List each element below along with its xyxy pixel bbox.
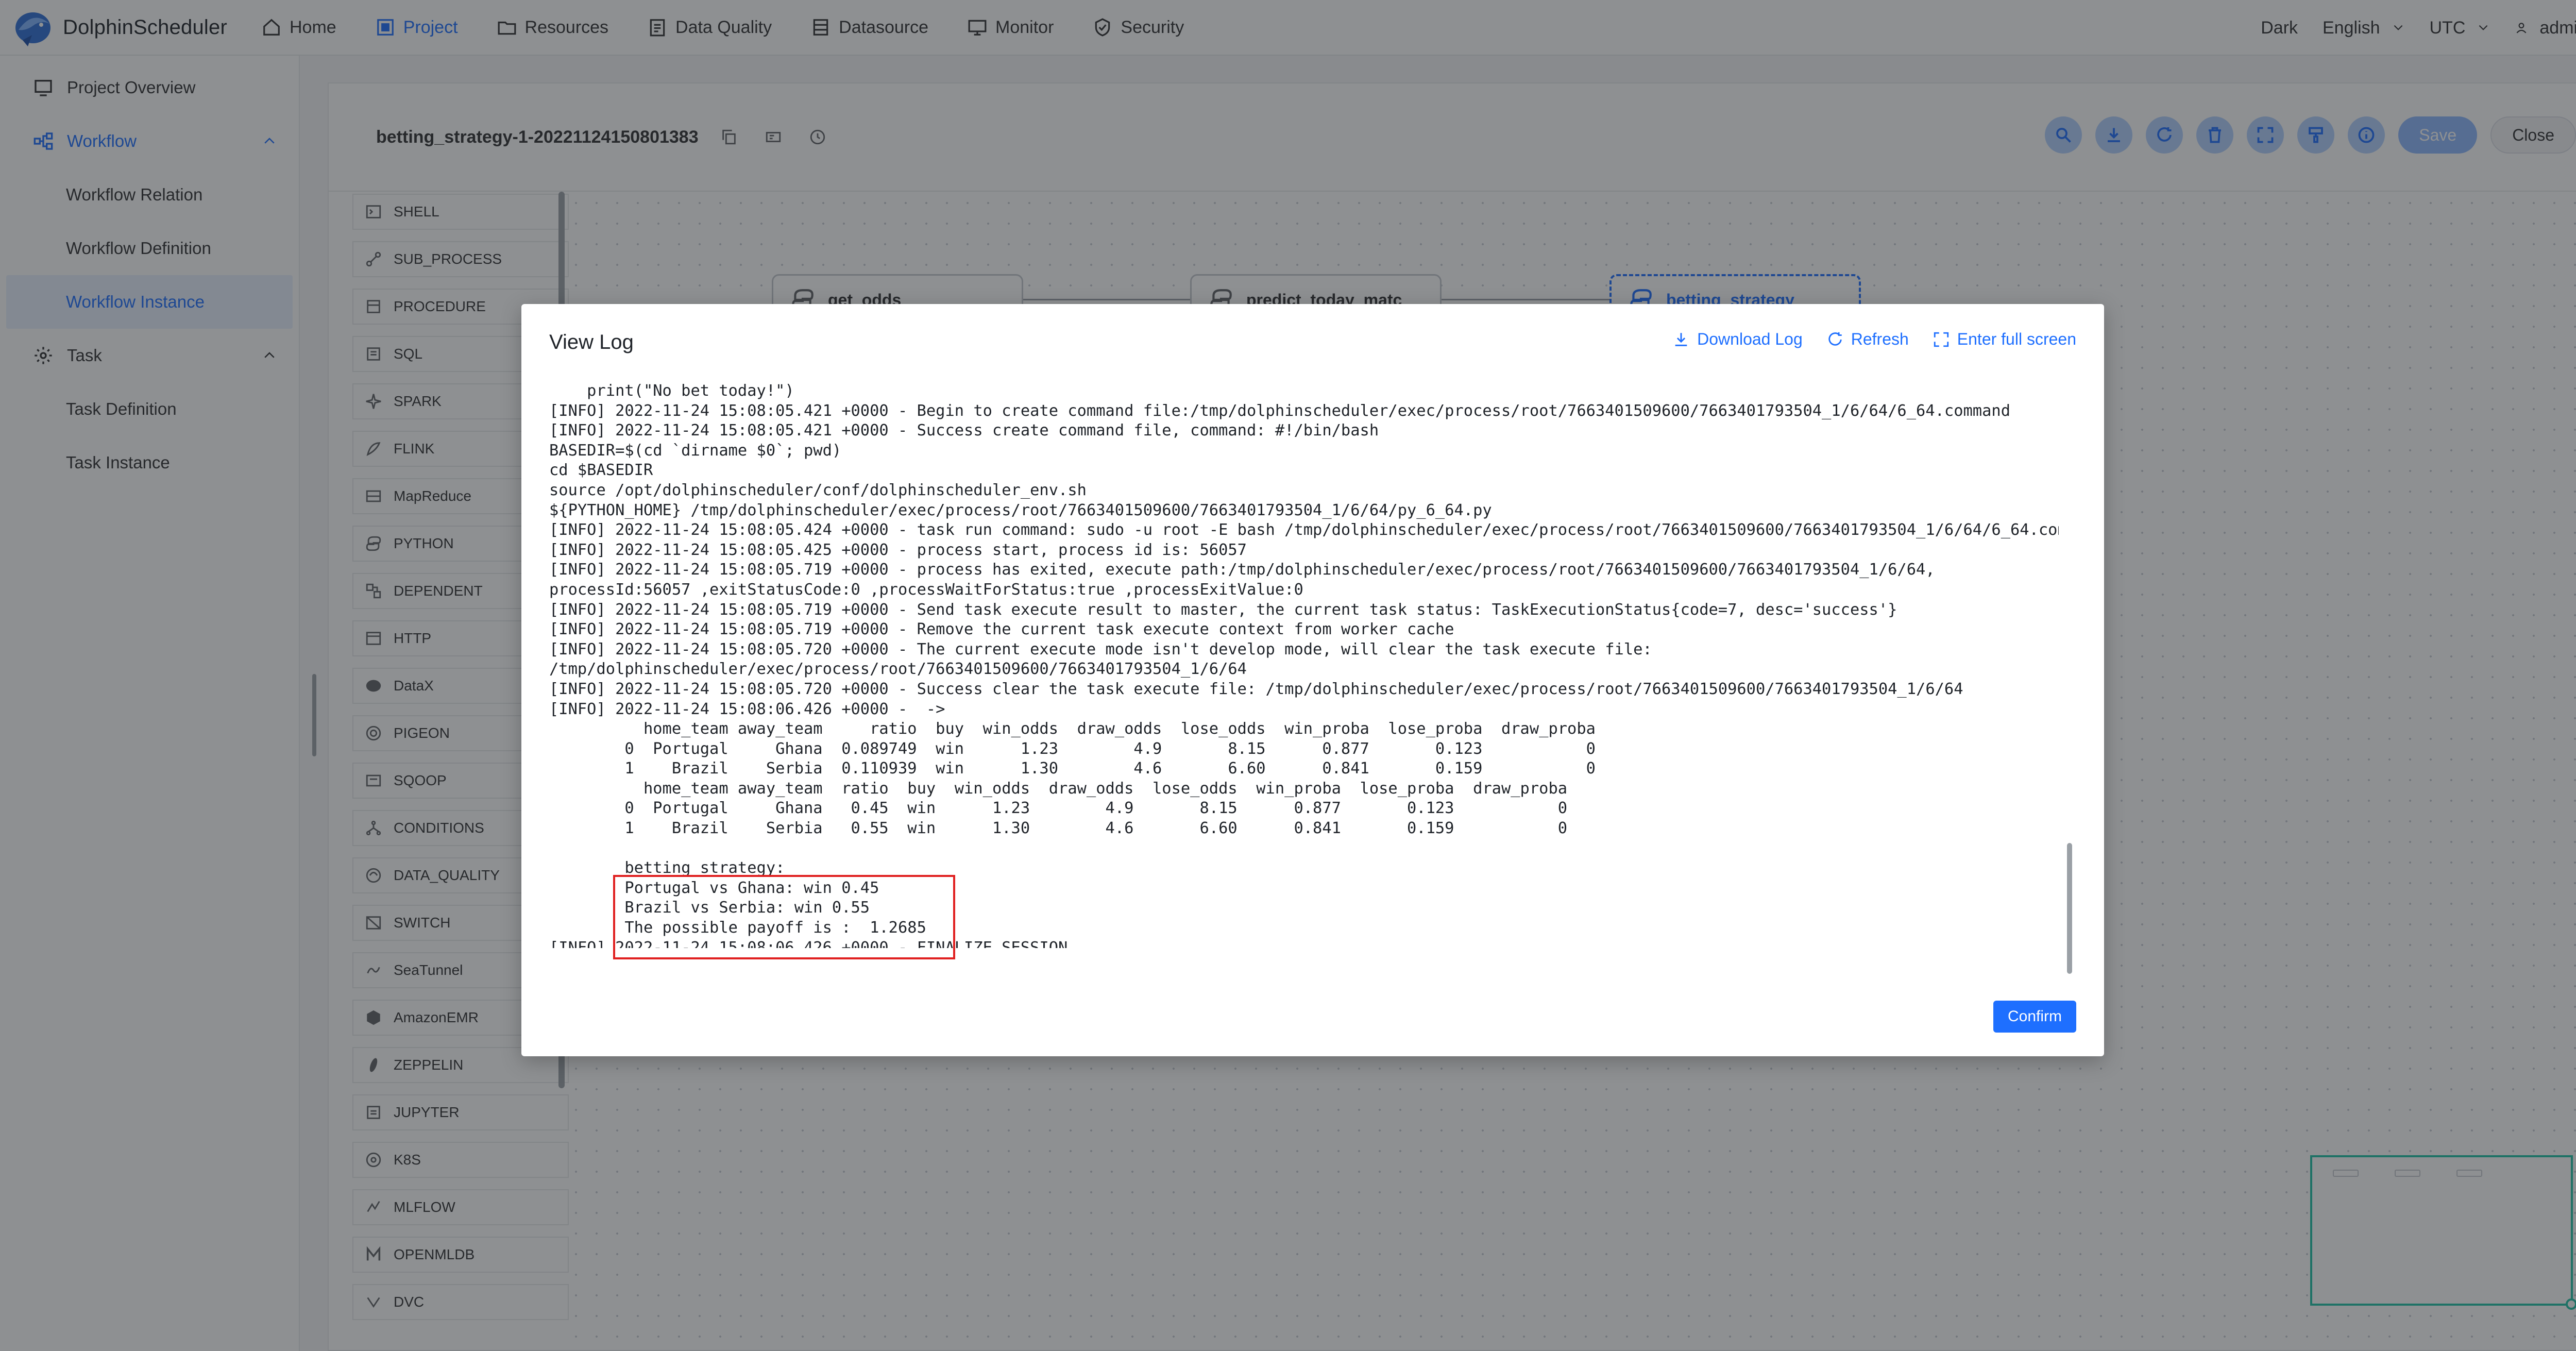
log-line: [INFO] 2022-11-24 15:08:05.425 +0000 - p… xyxy=(549,541,1247,559)
expand-icon xyxy=(1934,332,1948,347)
log-line: 0 Portugal Ghana 0.089749 win 1.23 4.9 8… xyxy=(549,739,1596,758)
download-icon xyxy=(1675,332,1687,346)
log-line: [INFO] 2022-11-24 15:08:05.424 +0000 - t… xyxy=(549,521,2059,539)
fullscreen-link[interactable]: Enter full screen xyxy=(1933,330,2076,349)
refresh-icon xyxy=(1828,332,1842,346)
log-line: [INFO] 2022-11-24 15:08:05.719 +0000 - S… xyxy=(549,600,1897,619)
log-line: home_team away_team ratio buy win_odds d… xyxy=(549,720,1596,738)
log-line: 0 Portugal Ghana 0.45 win 1.23 4.9 8.15 … xyxy=(549,799,1568,818)
log-line: [INFO] 2022-11-24 15:08:05.421 +0000 - B… xyxy=(549,401,2010,420)
log-line: [INFO] 2022-11-24 15:08:05.421 +0000 - S… xyxy=(549,421,1379,440)
log-line: [INFO] 2022-11-24 15:08:05.720 +0000 - T… xyxy=(549,640,1652,658)
refresh-label: Refresh xyxy=(1851,330,1909,348)
download-log-link[interactable]: Download Log xyxy=(1672,330,1803,349)
log-line: source /opt/dolphinscheduler/conf/dolphi… xyxy=(549,481,1087,499)
log-viewer[interactable]: print("No bet today!") [INFO] 2022-11-24 … xyxy=(549,381,2059,948)
confirm-button[interactable]: Confirm xyxy=(1993,1001,2076,1033)
log-line: processId:56057 ,exitStatusCode:0 ,proce… xyxy=(549,580,1303,599)
log-scrollbar[interactable] xyxy=(2067,843,2072,974)
refresh-link[interactable]: Refresh xyxy=(1826,330,1909,349)
log-line: [INFO] 2022-11-24 15:08:05.720 +0000 - S… xyxy=(549,680,1963,698)
log-line: [INFO] 2022-11-24 15:08:05.719 +0000 - R… xyxy=(549,620,1454,639)
log-line: /tmp/dolphinscheduler/exec/process/root/… xyxy=(549,660,1247,679)
log-line: print("No bet today!") xyxy=(549,382,794,400)
log-line: BASEDIR=$(cd `dirname $0`; pwd) xyxy=(549,441,842,460)
betting-strategy-highlight xyxy=(613,875,955,959)
view-log-modal: View Log Download Log Refresh Enter full… xyxy=(521,304,2104,1056)
log-line: cd $BASEDIR xyxy=(549,461,653,480)
log-line: ${PYTHON_HOME} /tmp/dolphinscheduler/exe… xyxy=(549,501,1492,519)
modal-actions: Download Log Refresh Enter full screen xyxy=(1672,330,2076,349)
log-line: 1 Brazil Serbia 0.110939 win 1.30 4.6 6.… xyxy=(549,759,1596,778)
log-line: [INFO] 2022-11-24 15:08:06.426 +0000 - -… xyxy=(549,700,945,718)
log-line: home_team away_team ratio buy win_odds d… xyxy=(549,779,1568,798)
log-line: 1 Brazil Serbia 0.55 win 1.30 4.6 6.60 0… xyxy=(549,819,1568,838)
fullscreen-label: Enter full screen xyxy=(1957,330,2076,348)
log-line: [INFO] 2022-11-24 15:08:05.719 +0000 - p… xyxy=(549,561,1935,579)
download-log-label: Download Log xyxy=(1697,330,1803,348)
modal-title: View Log xyxy=(549,331,634,353)
